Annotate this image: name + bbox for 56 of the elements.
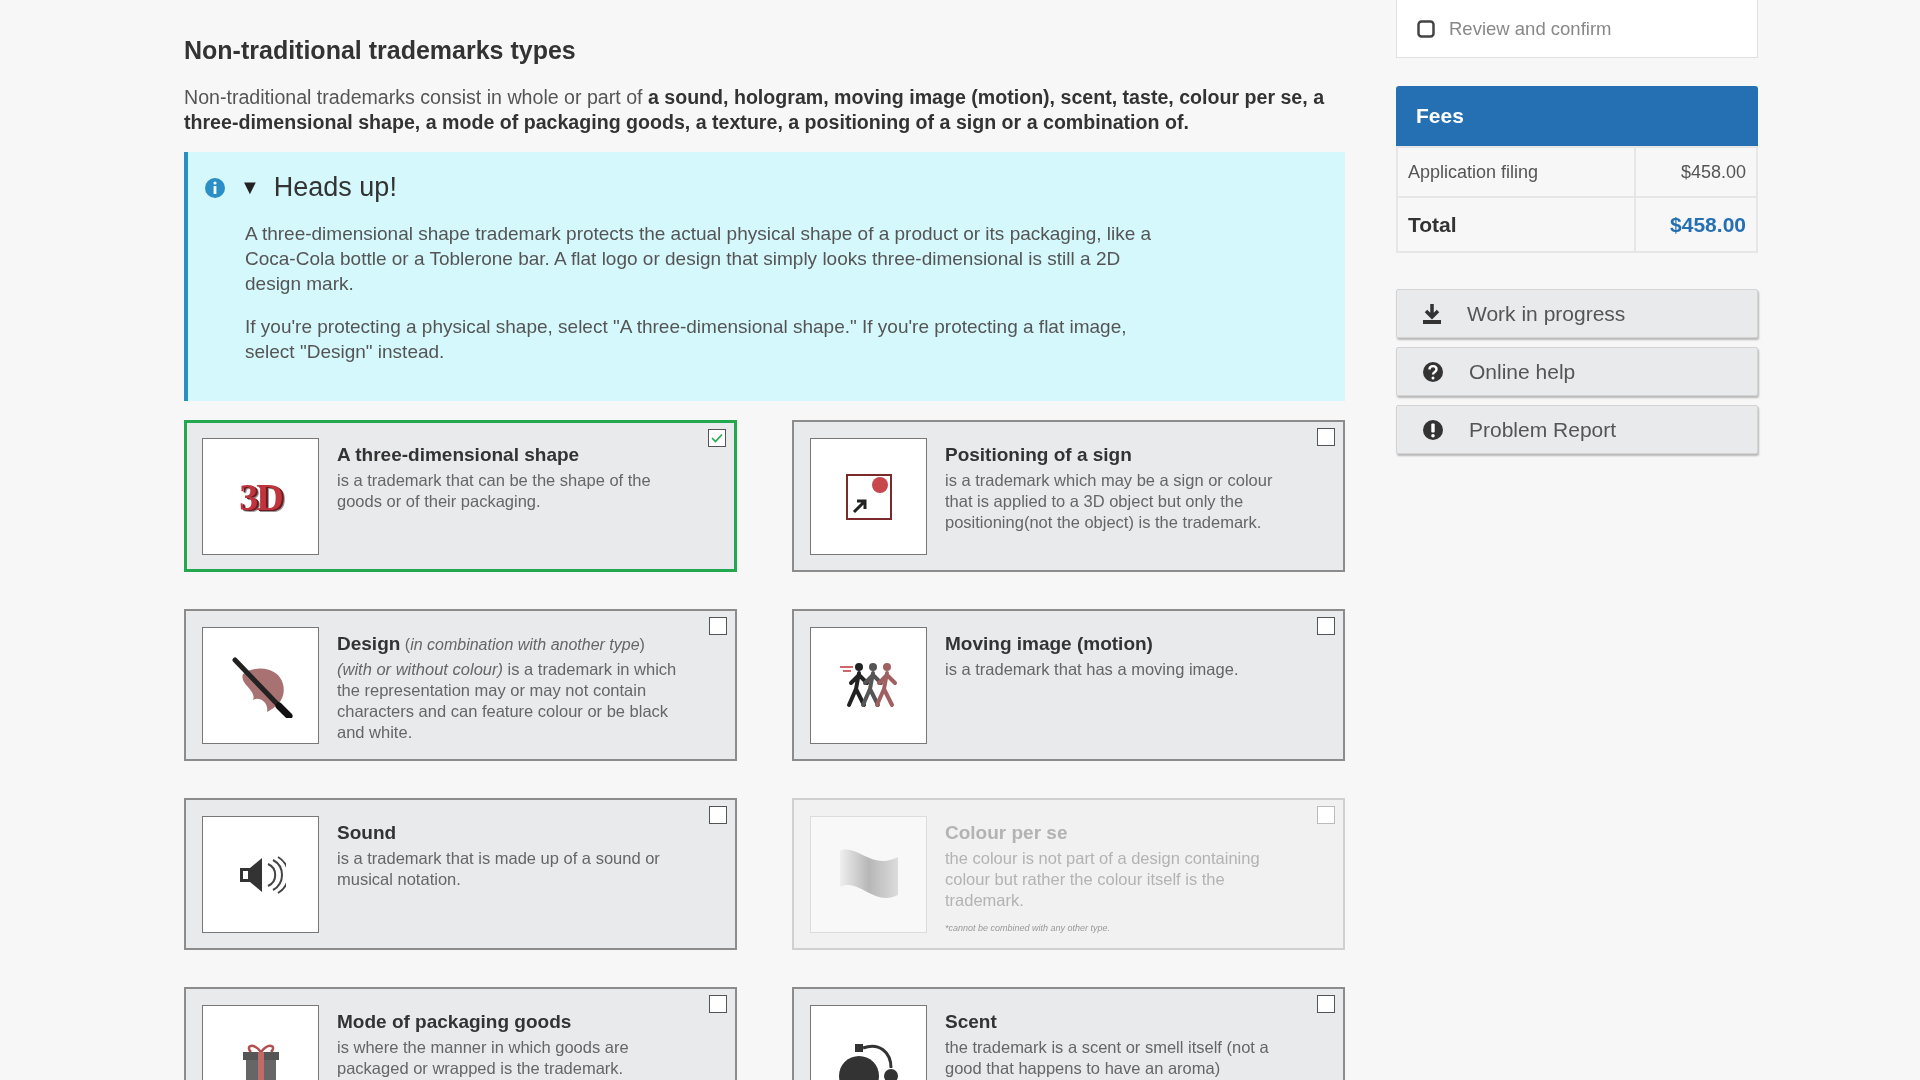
card-description: is a trademark that is made up of a sound or musical notation. [337,848,661,890]
check-icon [711,433,723,443]
sidebar-button[interactable]: Work in progress [1396,289,1758,338]
checkbox[interactable] [709,806,727,824]
target-square-icon [843,471,894,522]
card-footnote: *cannot be combined with any other type. [945,923,1112,933]
card-title-note: (in combination with another type) [404,636,645,653]
trademark-type-card[interactable]: Design (in combination with another type) (with or without colour) is a trademark in which the representation may or may not contain characters and can feature colour or be black and white. [184,609,737,761]
fees-header: Fees [1396,86,1758,146]
sidebar-button[interactable]: Problem Report [1396,405,1758,454]
card-title: Design [337,633,401,654]
step-label: Review and confirm [1449,17,1612,40]
help-icon [1422,360,1444,383]
trademark-type-card[interactable]: Mode of packaging goods is where the manner in which goods are packaged or wrapped is the trademark. [184,987,737,1080]
intro-paragraph: Non-traditional trademarks consist in whole or part of a sound, hologram, moving image (motion), scent, taste, colour per se, a three-dimensional shape, a mode of packaging goods, a texture, a positioning of a sign or a combination of. [184,85,1326,135]
checkbox[interactable] [709,995,727,1013]
card-description: is a trademark that has a moving image. [945,659,1240,680]
checkbox[interactable] [1317,995,1335,1013]
notice-title: Heads up! [273,172,397,203]
card-description: the colour is not part of a design containing colour but rather the colour itself is the trademark. [945,848,1261,911]
card-description: the trademark is a scent or smell itself (not a good that happens to have an aroma) [945,1037,1270,1079]
card-title: Positioning of a sign [945,444,1132,465]
fee-amount: $458.00 [1635,147,1757,197]
card-description: is where the manner in which goods are packaged or wrapped is the trademark. [337,1037,630,1079]
checkbox[interactable] [709,617,727,635]
fee-label: Total [1397,197,1635,252]
card-description: is a trademark which may be a sign or colour that is applied to a 3D object but only the positioning(not the object) is the trademark. [945,470,1274,533]
sidebar-button[interactable]: Online help [1396,347,1758,396]
card-title: A three-dimensional shape [337,444,580,465]
checkbox[interactable] [708,429,726,447]
alert-icon [1422,418,1444,441]
checkbox[interactable] [1317,617,1335,635]
card-title: Sound [337,822,397,843]
card-title: Scent [945,1011,997,1032]
card-title: Moving image (motion) [945,633,1153,654]
notice-text: A three-dimensional shape trademark protects the actual physical shape of a product or its packaging, like a Coca-Cola bottle or a Toblerone bar. A flat logo or design that simply looks three-dimensional is still a 2D design mark. [245,222,1153,296]
card-title: Colour per se [945,822,1068,843]
fee-label: Application filing [1397,147,1635,197]
trademark-type-card[interactable]: Positioning of a sign is a trademark which may be a sign or colour that is applied to a 3D object but only the positioning(not the object) is the trademark. [792,420,1345,572]
checkbox[interactable] [1317,428,1335,446]
step-card[interactable]: Review and confirm [1396,0,1758,58]
card-description: (with or without colour) is a trademark in which the representation may or may not contain characters and can feature colour or be black and white. [337,659,678,743]
trademark-type-card[interactable]: 3D A three-dimensional shape is a trademark that can be the shape of the goods or of their packaging. [184,420,737,572]
info-icon [204,176,226,199]
trademark-type-card[interactable]: Sound is a trademark that is made up of a sound or musical notation. [184,798,737,950]
card-description: is a trademark that can be the shape of the goods or of their packaging. [337,470,652,512]
collapse-toggle[interactable]: ▼ [240,176,260,199]
fee-amount: $458.00 [1635,197,1757,252]
trademark-type-card[interactable]: Moving image (motion) is a trademark that has a moving image. [792,609,1345,761]
page-heading: Non-traditional trademarks types [184,36,577,65]
perfume-bottle-icon [838,1041,899,1080]
download-icon [1422,302,1442,325]
trademark-type-card[interactable]: Scent the trademark is a scent or smell itself (not a good that happens to have an aroma) [792,987,1345,1080]
notice-text: If you're protecting a physical shape, select "A three-dimensional shape." If you're protecting a flat image, select "Design" instead. [245,315,1128,364]
card-title: Mode of packaging goods [337,1011,572,1032]
3d-icon: 3D [239,474,282,519]
